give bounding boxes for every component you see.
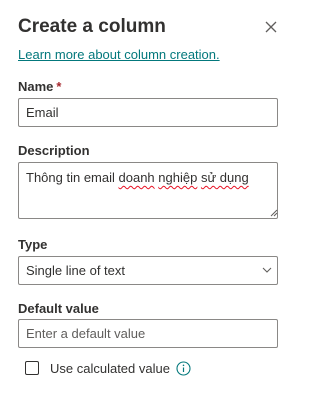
default-value-input[interactable] [18, 319, 278, 348]
misspelled-word: sử dụng [200, 170, 249, 185]
description-value: Thông tin email doanh nghiệp sử dụng [26, 169, 249, 186]
name-label-text: Name [18, 79, 54, 94]
chevron-down-icon [262, 265, 272, 275]
info-icon[interactable] [176, 361, 191, 376]
misspelled-word: nghiệp [158, 170, 198, 185]
type-label: Type [18, 237, 48, 252]
misspelled-word: doanh [118, 170, 155, 185]
default-value-label: Default value [18, 301, 99, 316]
description-label: Description [18, 143, 90, 158]
required-marker: * [56, 79, 62, 94]
type-selected-value: Single line of text [26, 263, 126, 278]
learn-more-link[interactable]: Learn more about column creation. [18, 47, 220, 62]
calculated-value-label[interactable]: Use calculated value [50, 361, 170, 376]
calculated-value-checkbox[interactable] [25, 361, 39, 375]
close-icon [264, 20, 280, 34]
close-button[interactable] [264, 20, 280, 36]
panel-title: Create a column [18, 16, 166, 37]
name-input[interactable] [18, 98, 278, 127]
name-label: Name * [18, 79, 61, 94]
create-column-panel: Create a column Learn more about column … [0, 0, 298, 397]
resize-grip-icon[interactable] [270, 209, 278, 217]
description-text-plain: Thông tin email [26, 170, 119, 185]
